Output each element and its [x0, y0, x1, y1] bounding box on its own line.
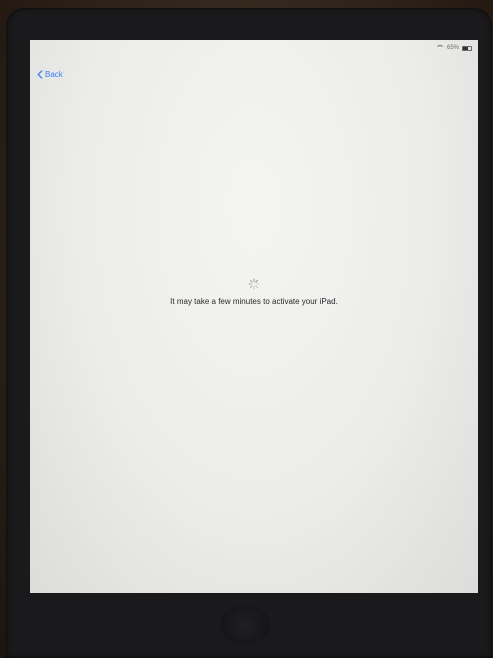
- spinner-spoke: [255, 279, 259, 283]
- spinner-icon: [248, 278, 260, 290]
- chevron-left-icon: [37, 70, 43, 79]
- spinner-spoke: [255, 285, 259, 289]
- battery-percentage: 65%: [446, 45, 459, 51]
- back-label: Back: [45, 70, 63, 79]
- battery-icon: [462, 45, 472, 51]
- device-screen: 65% Back It may take a few minutes to ac…: [30, 40, 478, 593]
- spinner-spoke: [249, 285, 253, 289]
- status-bar: 65%: [435, 43, 472, 53]
- spinner-spoke: [249, 279, 253, 283]
- wifi-icon: [435, 45, 444, 51]
- back-button[interactable]: Back: [37, 70, 63, 79]
- activation-message: It may take a few minutes to activate yo…: [170, 297, 338, 306]
- battery-fill: [463, 46, 469, 50]
- home-button[interactable]: [220, 605, 270, 645]
